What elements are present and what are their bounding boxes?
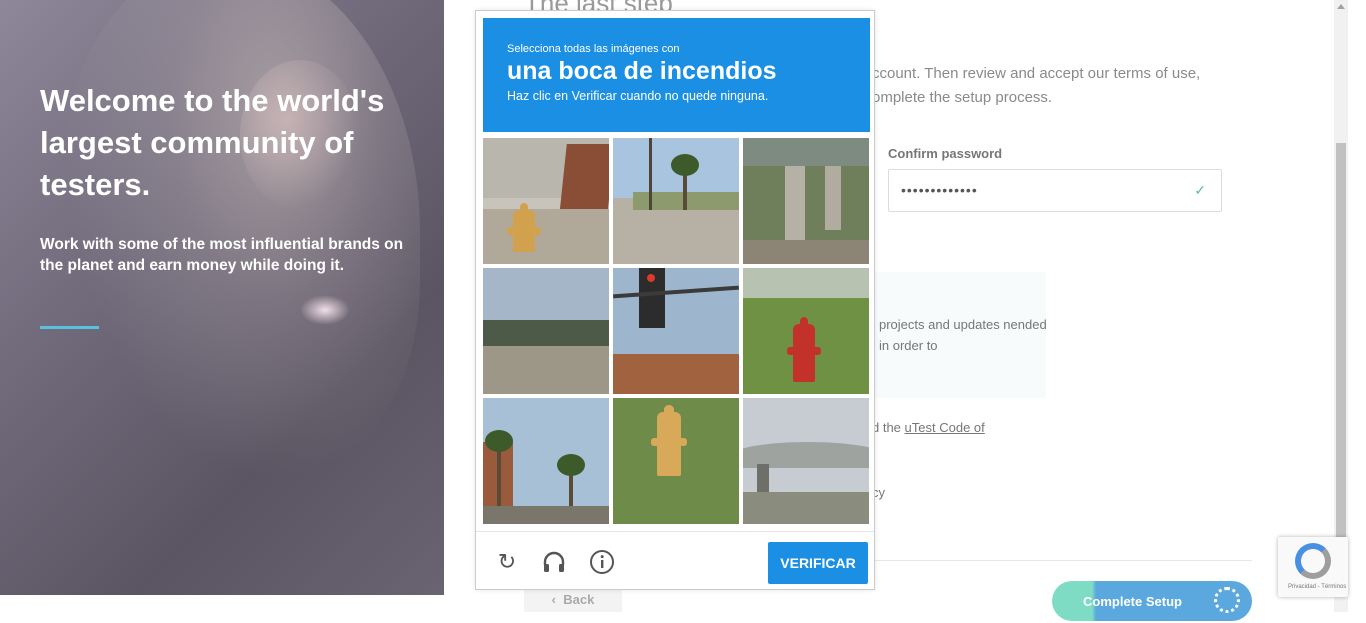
info-icon[interactable] [589,549,615,575]
complete-setup-label: Complete Setup [1083,594,1182,609]
back-button[interactable]: ‹ Back [524,588,622,612]
captcha-tile[interactable] [743,138,869,264]
captcha-tile[interactable] [613,398,739,524]
code-line-prefix: d the [872,420,905,435]
hero-accent-line [40,326,99,329]
headphones-icon[interactable] [541,549,567,575]
confirm-password-label: Confirm password [888,146,1003,161]
chevron-left-icon: ‹ [551,592,557,607]
captcha-tile[interactable] [613,138,739,264]
scrollbar[interactable] [1334,0,1348,612]
captcha-tile[interactable] [483,138,609,264]
complete-setup-button[interactable]: Complete Setup [1052,581,1252,621]
hero-panel: Welcome to the world's largest community… [0,0,444,595]
code-of-conduct-link[interactable]: uTest Code of [905,420,985,435]
back-label: Back [563,592,595,607]
captcha-footer: ↻ VERIFICAR [476,531,874,589]
captcha-object: una boca de incendios [507,57,777,85]
hero-headline: Welcome to the world's largest community… [40,83,385,202]
captcha-instruction-post: Haz clic en Verificar cuando no quede ni… [507,89,769,103]
hero-subtext: Work with some of the most influential b… [40,236,404,274]
check-icon: ✓ [1194,182,1207,198]
recaptcha-privacy-terms[interactable]: Privacidad - Términos [1288,584,1346,590]
scrollbar-thumb[interactable] [1336,143,1346,543]
captcha-tile[interactable] [743,398,869,524]
phone-glow [300,295,350,325]
captcha-tile[interactable] [613,268,739,394]
verify-button[interactable]: VERIFICAR [768,542,868,584]
scroll-up-arrow-icon[interactable] [1337,4,1345,9]
code-of-conduct-line: d the uTest Code of [872,420,985,435]
captcha-tile[interactable] [483,268,609,394]
confirm-password-field[interactable]: ••••••••••••• ✓ [888,169,1222,212]
captcha-tile[interactable] [743,268,869,394]
captcha-tile[interactable] [483,398,609,524]
captcha-header: Selecciona todas las imágenes con una bo… [483,18,870,132]
intro-text: ccount. Then review and accept our terms… [872,65,1201,106]
captcha-challenge: Selecciona todas las imágenes con una bo… [475,10,875,590]
spinner-icon [1214,587,1240,613]
reload-icon[interactable]: ↻ [494,549,520,575]
captcha-instruction-pre: Selecciona todas las imágenes con [507,43,680,55]
info-text: projects and updates nended in order to [879,317,1047,353]
recaptcha-badge[interactable]: Privacidad - Términos [1278,537,1348,597]
confirm-password-value: ••••••••••••• [901,182,978,198]
recaptcha-logo-icon [1295,543,1331,579]
captcha-image-grid [483,138,870,525]
